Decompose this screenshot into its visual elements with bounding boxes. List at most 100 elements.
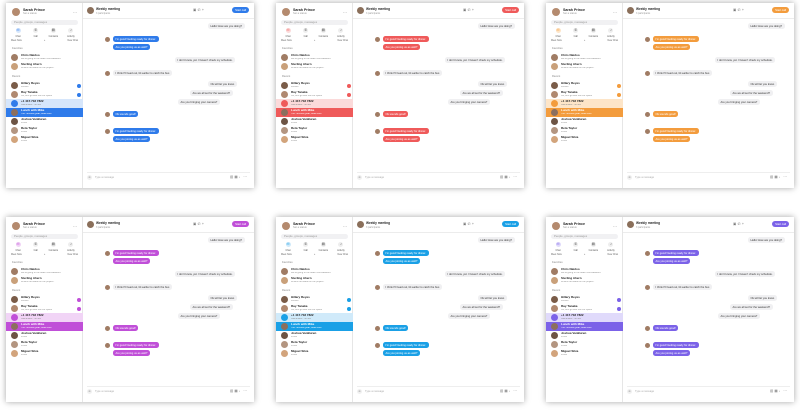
sent-message[interactable]: Hello! How are you doing? bbox=[478, 237, 515, 243]
contact-item[interactable]: Hillary Reyes Perfect! bbox=[6, 295, 83, 304]
quick-call[interactable]: ✆ Call bbox=[569, 28, 583, 38]
quick-contacts[interactable]: ▤ Contacts bbox=[586, 242, 600, 252]
chat-title[interactable]: Weekly meeting bbox=[636, 221, 660, 225]
received-message[interactable]: Are you joining us as well? bbox=[383, 350, 420, 356]
user-status[interactable]: Set a status bbox=[563, 226, 585, 230]
quick-contacts[interactable]: ▤ Contacts bbox=[46, 242, 60, 252]
new-chat-button[interactable]: New Chat bbox=[337, 253, 348, 256]
contact-item[interactable]: Lunch with Mike You: Sounds great, what t… bbox=[546, 322, 623, 331]
contact-item[interactable]: +1 415 718 7822 Call Ended · 42 sec bbox=[276, 313, 353, 322]
contact-item[interactable]: Miguel Silva Photo bbox=[6, 349, 83, 358]
quick-call[interactable]: ✆ Call bbox=[569, 242, 583, 252]
sender-avatar[interactable] bbox=[645, 251, 650, 256]
sender-avatar[interactable] bbox=[645, 71, 650, 76]
avatar[interactable] bbox=[12, 8, 20, 16]
search-input[interactable]: People, groups, messages bbox=[551, 20, 618, 25]
received-message[interactable]: I think I'll head out, bit earlier to ca… bbox=[383, 70, 442, 76]
message-input[interactable]: Type a message bbox=[365, 390, 384, 393]
emoji-icon[interactable]: ☺ bbox=[627, 174, 632, 180]
search-input[interactable]: People, groups, messages bbox=[281, 20, 348, 25]
user-status[interactable]: Set a status bbox=[23, 12, 45, 16]
received-message[interactable]: Are you joining us as well? bbox=[383, 136, 420, 142]
quick-chat[interactable]: ✉ Chat bbox=[11, 28, 25, 38]
sender-avatar[interactable] bbox=[375, 285, 380, 290]
quick-chat[interactable]: ✉ Chat bbox=[551, 242, 565, 252]
sent-message[interactable]: I don't know, yet. I haven't check my sc… bbox=[445, 271, 506, 277]
sender-avatar[interactable] bbox=[375, 112, 380, 117]
message-input[interactable]: Type a message bbox=[365, 176, 384, 179]
quick-activity[interactable]: ♪ Activity bbox=[604, 28, 618, 38]
group-avatar[interactable] bbox=[357, 221, 364, 228]
emoji-icon[interactable]: ☺ bbox=[627, 388, 632, 394]
message-input[interactable]: Type a message bbox=[635, 390, 654, 393]
contact-item[interactable]: Chris Naidoo We're going to the beach thi… bbox=[276, 267, 353, 276]
sent-message[interactable]: Hello! How are you doing? bbox=[208, 237, 245, 243]
quick-call[interactable]: ✆ Call bbox=[29, 28, 43, 38]
sender-avatar[interactable] bbox=[375, 343, 380, 348]
sender-avatar[interactable] bbox=[645, 285, 650, 290]
new-chat-button[interactable]: New Chat bbox=[67, 39, 78, 42]
user-status[interactable]: Set a status bbox=[563, 12, 585, 16]
sent-message[interactable]: Are we all set for the weekend? bbox=[190, 90, 233, 96]
sent-message[interactable]: Are we all set for the weekend? bbox=[460, 304, 503, 310]
sender-avatar[interactable] bbox=[375, 251, 380, 256]
contact-item[interactable]: Hillary Reyes Perfect! bbox=[276, 81, 353, 90]
sender-avatar[interactable] bbox=[105, 112, 110, 117]
contact-item[interactable]: Reta Taylor Photo bbox=[276, 126, 353, 135]
avatar[interactable] bbox=[12, 222, 20, 230]
sent-message[interactable]: Ok will let you know. bbox=[478, 81, 508, 87]
quick-activity[interactable]: ♪ Activity bbox=[334, 28, 348, 38]
group-avatar[interactable] bbox=[87, 221, 94, 228]
emoji-icon[interactable]: ☺ bbox=[357, 388, 362, 394]
more-icon[interactable]: ⋯ bbox=[513, 389, 518, 393]
contact-item[interactable]: Sterling Ahern What's the status on the p… bbox=[546, 62, 623, 71]
avatar[interactable] bbox=[282, 222, 290, 230]
recent-header[interactable]: Recent bbox=[552, 289, 560, 292]
user-status[interactable]: Set a status bbox=[23, 226, 45, 230]
contact-item[interactable]: Sterling Ahern What's the status on the p… bbox=[276, 62, 353, 71]
contact-item[interactable]: Chris Naidoo We're going to the beach thi… bbox=[546, 267, 623, 276]
avatar[interactable] bbox=[552, 8, 560, 16]
contact-item[interactable]: Miguel Silva Photo bbox=[276, 349, 353, 358]
chat-title[interactable]: Weekly meeting bbox=[366, 7, 390, 11]
add-people-icon[interactable]: + bbox=[472, 222, 475, 226]
sent-message[interactable]: I don't know, yet. I haven't check my sc… bbox=[715, 271, 776, 277]
emoji-icon[interactable]: ☺ bbox=[357, 174, 362, 180]
received-message[interactable]: Ok sounds good! bbox=[383, 111, 409, 117]
sender-avatar[interactable] bbox=[645, 112, 650, 117]
sender-avatar[interactable] bbox=[375, 71, 380, 76]
sent-message[interactable]: Hello! How are you doing? bbox=[748, 237, 785, 243]
new-chat-button[interactable]: New Chat bbox=[607, 253, 618, 256]
received-message[interactable]: I think I'll head out, bit earlier to ca… bbox=[653, 70, 712, 76]
more-icon[interactable]: ⋯ bbox=[343, 10, 348, 15]
contact-item[interactable]: Ray Tanaka Ok, let's go with the first op… bbox=[276, 90, 353, 99]
message-input[interactable]: Type a message bbox=[95, 390, 114, 393]
sender-avatar[interactable] bbox=[645, 129, 650, 134]
message-input[interactable]: Type a message bbox=[635, 176, 654, 179]
profile[interactable]: Sarah Prince Set a status bbox=[552, 222, 585, 230]
received-message[interactable]: Ok sounds good! bbox=[383, 325, 409, 331]
contact-item[interactable]: Chris Naidoo We're going to the beach thi… bbox=[6, 53, 83, 62]
sender-avatar[interactable] bbox=[645, 37, 650, 42]
profile[interactable]: Sarah Prince Set a status bbox=[12, 222, 45, 230]
start-call-button[interactable]: Start call bbox=[772, 6, 789, 13]
start-call-button[interactable]: Start call bbox=[502, 220, 519, 227]
profile[interactable]: Sarah Prince Set a status bbox=[282, 222, 315, 230]
search-input[interactable]: People, groups, messages bbox=[11, 20, 78, 25]
sent-message[interactable]: I don't know, yet. I haven't check my sc… bbox=[175, 57, 236, 63]
favorites-header[interactable]: Favorites bbox=[282, 261, 293, 264]
quick-contacts[interactable]: ▤ Contacts bbox=[316, 242, 330, 252]
quick-call[interactable]: ✆ Call bbox=[29, 242, 43, 252]
received-message[interactable]: Are you joining us as well? bbox=[653, 258, 690, 264]
received-message[interactable]: I think I'll head out, bit earlier to ca… bbox=[113, 284, 172, 290]
contact-item[interactable]: Ray Tanaka Ok, let's go with the first op… bbox=[546, 90, 623, 99]
more-icon[interactable]: ⋯ bbox=[73, 224, 78, 229]
favorites-header[interactable]: Favorites bbox=[552, 47, 563, 50]
contact-item[interactable]: Chris Naidoo We're going to the beach thi… bbox=[546, 53, 623, 62]
search-input[interactable]: People, groups, messages bbox=[11, 234, 78, 239]
add-people-icon[interactable]: + bbox=[472, 8, 475, 12]
contact-item[interactable]: Joshua VanBuren Photo bbox=[546, 331, 623, 340]
contact-item[interactable]: Joshua VanBuren Photo bbox=[6, 117, 83, 126]
sent-message[interactable]: I don't know, yet. I haven't check my sc… bbox=[715, 57, 776, 63]
sent-message[interactable]: Are you bringing your camera? bbox=[178, 313, 220, 319]
